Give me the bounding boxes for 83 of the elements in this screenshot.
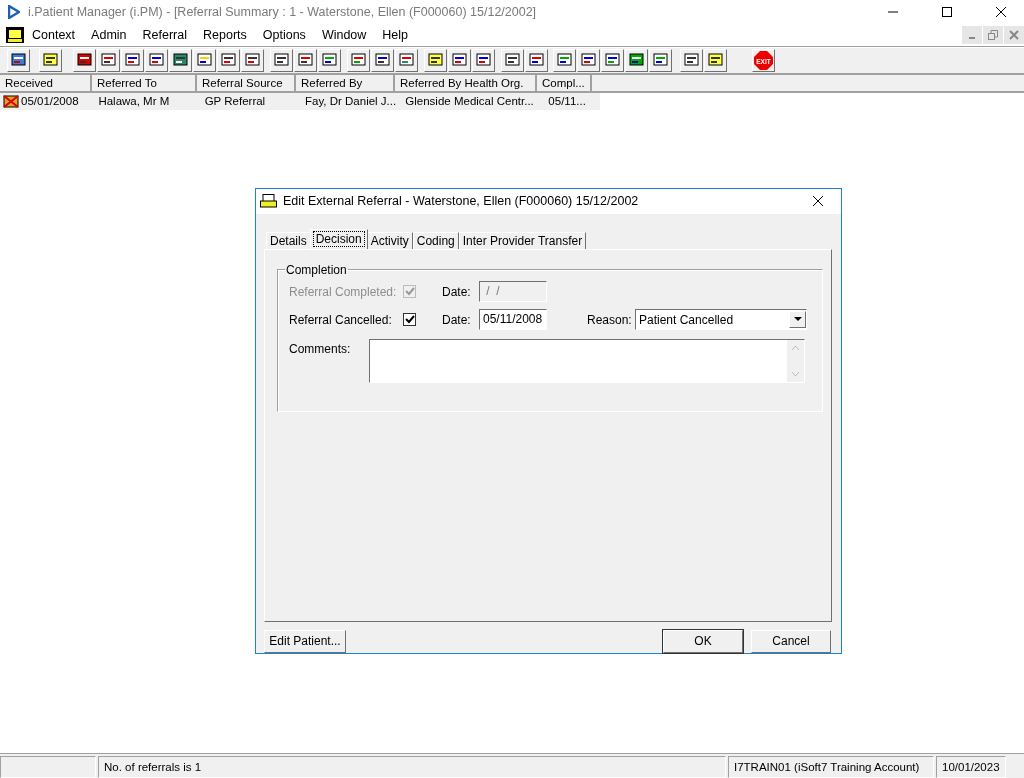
toolbar-button[interactable] [294,49,317,72]
menu-item[interactable]: Options [254,28,314,42]
toolbar-button[interactable] [241,49,264,72]
toolbar-button[interactable] [270,49,293,72]
cancel-button[interactable]: Cancel [751,630,831,653]
field-label: Date: [442,284,472,299]
toolbar-button[interactable] [553,49,576,72]
close-icon [995,6,1007,18]
table-row[interactable]: 05/01/2008 Halawa, Mr M GP Referral Fay, Dr Daniel J... Glenside Medical Centr... 05/11... [0,93,600,110]
toolbar-button[interactable] [525,49,548,72]
scroll-down-icon [791,370,800,377]
toolbar-button[interactable] [73,49,96,72]
close-button[interactable] [1004,26,1024,44]
toolbar-button[interactable] [448,49,471,72]
column-header[interactable]: Compl... [537,75,592,91]
toolbar-button[interactable] [7,49,30,72]
toolbar-button[interactable] [39,49,62,72]
envelope-crossed-icon [3,95,19,108]
toolbar-button[interactable] [625,49,648,72]
column-header[interactable]: Referred To [92,75,197,91]
close-icon [812,195,824,208]
toolbar-button[interactable] [97,49,120,72]
field-label: Reason: [587,312,633,327]
column-header[interactable]: Referred By [296,75,395,91]
toolbar-button[interactable] [601,49,624,72]
close-icon [1009,30,1019,40]
tab[interactable]: Inter Provider Transfer [458,231,587,249]
menu-item[interactable]: Help [374,28,417,42]
ok-button[interactable]: OK [663,630,743,653]
toolbar-button[interactable] [318,49,341,72]
toolbar-button[interactable] [145,49,168,72]
comments-field[interactable] [369,338,805,383]
toolbar-button[interactable] [193,49,216,72]
toolbar-button[interactable] [501,49,524,72]
menu-item[interactable]: Window [313,28,375,42]
toolbar-button[interactable] [704,49,727,72]
table-cell-text: 05/11... [548,94,586,109]
field-label: Referral Completed: [289,284,398,299]
toolbar-button[interactable] [649,49,672,72]
toolbar-button[interactable] [169,49,192,72]
tab[interactable]: Decision [309,228,368,249]
reason-dropdown[interactable]: Patient Cancelled [635,309,807,331]
app-logo-icon [8,5,20,19]
toolbar-button[interactable] [424,49,447,72]
toolbar-button[interactable] [121,49,144,72]
status-date: 10/01/2023 [936,756,1006,778]
dialog-title: Edit External Referral - Waterstone, Ellen (F000060) 15/12/2002 [283,194,640,209]
toolbar-button[interactable] [371,49,394,72]
field-label: Referral Cancelled: [289,312,393,327]
group-title: Completion [285,262,348,277]
minimize-button[interactable] [962,26,982,44]
restore-button[interactable] [983,26,1003,44]
table-cell-text: Halawa, Mr M [98,94,170,109]
toolbar-button[interactable] [472,49,495,72]
restore-icon [988,30,998,40]
window-title: i.Patient Manager (i.PM) - [Referral Summary : 1 - Waterstone, Ellen (F000060) 15/12/2002] [28,5,538,19]
scroll-up-icon [791,344,800,351]
tab[interactable]: Details [266,231,311,249]
table-cell-text: GP Referral [204,94,266,109]
column-header[interactable]: Referred By Health Org. [395,75,537,91]
field-label: Date: [442,312,472,327]
status-text: No. of referrals is 1 [98,756,726,778]
toolbar-button[interactable] [680,49,703,72]
date-field[interactable]: 05/11/2008 [479,309,547,331]
table-cell-text: Glenside Medical Centr... [405,94,534,109]
caret-icon [793,317,802,323]
tab[interactable]: Coding [412,231,459,249]
field-label: Comments: [289,341,352,356]
column-header[interactable]: Received [0,75,92,91]
menu-item[interactable]: Reports [195,28,255,42]
table-cell-text: Fay, Dr Daniel J... [305,94,397,109]
tab[interactable]: Activity [366,231,413,249]
menu-item[interactable]: Context [24,28,84,42]
menu-item[interactable]: Admin [83,28,135,42]
edit-patient-button[interactable]: Edit Patient... [264,630,346,653]
maximize-icon [941,6,953,18]
column-header[interactable]: Referral Source [197,75,296,91]
toolbar-button[interactable] [577,49,600,72]
table-cell-text: 05/01/2008 [21,94,79,109]
menu-item[interactable]: Referral [134,28,195,42]
toolbar-button[interactable] [217,49,240,72]
status-user: I7TRAIN01 (iSoft7 Training Account) [728,756,934,778]
checkbox[interactable] [403,313,416,327]
